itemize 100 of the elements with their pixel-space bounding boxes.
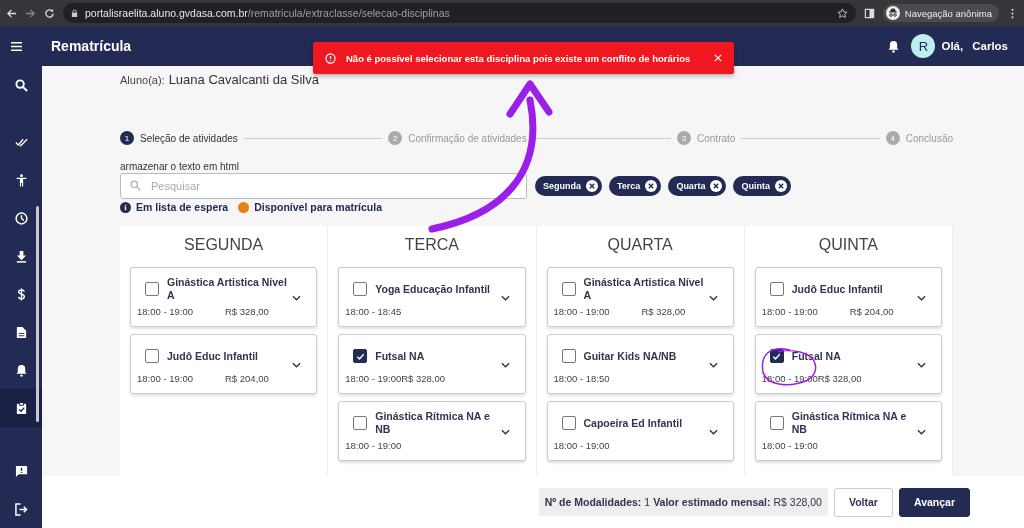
activity-time: 18:00 - 19:00R$ 328,00 bbox=[345, 373, 446, 384]
checkbox[interactable] bbox=[561, 416, 576, 430]
remove-icon[interactable] bbox=[774, 180, 787, 192]
activity-card[interactable]: Ginástica Rítmica NA e NB 18:00 - 19:00 bbox=[754, 401, 942, 461]
side-panel-icon[interactable] bbox=[863, 7, 875, 19]
info-icon bbox=[120, 201, 131, 213]
day-heading: SEGUNDA bbox=[183, 236, 265, 254]
address-bar[interactable]: portalisraelita.aluno.gvdasa.com.br/rematricula/extraclasse/selecao-disciplinas bbox=[63, 3, 856, 23]
student-name: Luana Cavalcanti da Silva bbox=[168, 72, 319, 87]
chevron-down-icon[interactable] bbox=[917, 295, 926, 301]
activity-card[interactable]: Ginástica Artistica Nível A 18:00 - 19:00 R$ 328,00 bbox=[546, 267, 734, 327]
app-title: Rematrícula bbox=[51, 38, 132, 54]
activity-time: 18:00 - 19:00 bbox=[761, 306, 818, 317]
activity-card[interactable]: Ginástica Rítmica NA e NB 18:00 - 19:00 bbox=[338, 401, 526, 461]
activity-price: R$ 204,00 bbox=[849, 306, 894, 317]
checkbox[interactable] bbox=[353, 282, 368, 296]
step-label: Confirmação de atividades bbox=[408, 132, 527, 144]
next-button[interactable]: Avançar bbox=[898, 487, 970, 517]
filter-chip[interactable]: Terca bbox=[609, 176, 662, 196]
back-button[interactable]: Voltar bbox=[833, 487, 893, 517]
chevron-down-icon[interactable] bbox=[500, 362, 510, 368]
filter-chip[interactable]: Quarta bbox=[668, 176, 727, 196]
toast-message: Não é possível selecionar esta disciplina pois existe um conflito de horários bbox=[346, 52, 691, 64]
checkbox[interactable] bbox=[145, 349, 159, 363]
legend-label: Em lista de espera bbox=[136, 201, 229, 213]
activity-time: 18:00 - 18:50 bbox=[553, 373, 610, 384]
activity-name: Capoeira Ed Infantil bbox=[583, 416, 683, 429]
activity-card[interactable]: Capoeira Ed Infantil 18:00 - 19:00 bbox=[546, 401, 734, 461]
activity-card[interactable]: Yoga Educação Infantil 18:00 - 18:45 bbox=[338, 267, 526, 327]
activity-card[interactable]: Judô Educ Infantil 18:00 - 19:00 R$ 204,00 bbox=[754, 267, 942, 327]
chevron-down-icon[interactable] bbox=[917, 429, 926, 435]
activity-name: Futsal NA bbox=[375, 349, 425, 362]
activity-name: Ginástica Rítmica NA e NB bbox=[791, 410, 907, 435]
download-icon bbox=[14, 249, 28, 263]
checkbox[interactable] bbox=[353, 349, 368, 363]
legend-label: Disponível para matrícula bbox=[254, 201, 382, 213]
feedback-icon bbox=[14, 464, 28, 478]
person-icon bbox=[14, 173, 28, 187]
remove-icon[interactable] bbox=[710, 180, 723, 192]
url-domain: portalisraelita.aluno.gvdasa.com.br bbox=[85, 7, 248, 19]
remove-icon[interactable] bbox=[586, 180, 598, 192]
checkbox[interactable] bbox=[561, 349, 576, 363]
incognito-badge[interactable]: Navegação anônima bbox=[882, 4, 999, 22]
chevron-down-icon[interactable] bbox=[500, 429, 510, 435]
search-label: armazenar o texto em html bbox=[120, 161, 240, 172]
checkbox[interactable] bbox=[561, 282, 576, 296]
checkbox[interactable] bbox=[769, 282, 784, 296]
chevron-down-icon[interactable] bbox=[292, 295, 302, 301]
back-icon[interactable] bbox=[6, 7, 17, 19]
close-icon[interactable] bbox=[714, 54, 723, 62]
student-label: Aluno(a): bbox=[120, 74, 165, 86]
reload-icon[interactable] bbox=[44, 7, 55, 19]
filter-chip[interactable]: Segunda bbox=[535, 176, 602, 196]
activity-time: 18:00 - 19:00 bbox=[137, 373, 193, 384]
step-number: 4 bbox=[885, 131, 900, 145]
chevron-down-icon[interactable] bbox=[708, 362, 718, 368]
activity-name: Guitar Kids NA/NB bbox=[583, 349, 677, 362]
search-field[interactable]: Pesquisar bbox=[120, 173, 527, 199]
step-number: 1 bbox=[120, 131, 134, 145]
search-icon bbox=[14, 78, 28, 92]
scrollbar[interactable] bbox=[36, 206, 39, 422]
activity-card[interactable]: Ginástica Artistica Nível A 18:00 - 19:00 R$ 328,00 bbox=[130, 267, 318, 327]
chevron-down-icon[interactable] bbox=[708, 429, 718, 435]
alert-icon bbox=[325, 52, 336, 64]
star-icon[interactable] bbox=[836, 7, 848, 19]
remove-icon[interactable] bbox=[645, 180, 658, 192]
checkbox[interactable] bbox=[145, 282, 159, 296]
chevron-down-icon[interactable] bbox=[917, 362, 926, 368]
chevron-down-icon[interactable] bbox=[708, 295, 718, 301]
chevron-down-icon[interactable] bbox=[292, 362, 302, 368]
sidebar-item[interactable] bbox=[0, 389, 42, 427]
activity-card[interactable]: Guitar Kids NA/NB 18:00 - 18:50 bbox=[546, 334, 734, 394]
activity-time: 18:00 - 19:00 bbox=[761, 440, 818, 451]
activity-name: Judô Educ Infantil bbox=[791, 282, 883, 295]
activity-time: 18:00 - 19:00 bbox=[553, 440, 610, 451]
activity-card[interactable]: Futsal NA 18:00 - 19:00R$ 328,00 bbox=[338, 334, 526, 394]
greeting: Olá, bbox=[941, 40, 964, 52]
checkbox[interactable] bbox=[769, 416, 784, 430]
clipboard-check-icon bbox=[14, 401, 28, 415]
user-avatar[interactable]: R bbox=[911, 34, 936, 58]
activity-name: Judô Educ Infantil bbox=[167, 349, 258, 362]
step-number: 3 bbox=[677, 131, 691, 145]
activity-name: Yoga Educação Infantil bbox=[375, 282, 490, 295]
menu-icon[interactable] bbox=[10, 40, 23, 52]
search-icon bbox=[130, 180, 141, 191]
bell-icon bbox=[14, 363, 28, 377]
checkbox[interactable] bbox=[353, 416, 368, 430]
value-label: Valor estimado mensal: bbox=[653, 496, 771, 508]
step-label: Conclusão bbox=[905, 132, 953, 144]
forward-icon[interactable] bbox=[25, 7, 36, 19]
filter-chip[interactable]: Quinta bbox=[733, 176, 791, 196]
activity-name: Ginástica Artistica Nível A bbox=[167, 276, 287, 301]
step-label: Seleção de atividades bbox=[140, 132, 238, 144]
activity-price: R$ 328,00 bbox=[225, 306, 269, 317]
count-value: 1 bbox=[644, 496, 651, 508]
chevron-down-icon[interactable] bbox=[500, 295, 510, 301]
bell-icon[interactable] bbox=[888, 39, 900, 53]
incognito-icon bbox=[885, 6, 900, 20]
activity-card[interactable]: Judô Educ Infantil 18:00 - 19:00 R$ 204,00 bbox=[130, 334, 318, 394]
user-name[interactable]: Carlos bbox=[972, 40, 1008, 52]
